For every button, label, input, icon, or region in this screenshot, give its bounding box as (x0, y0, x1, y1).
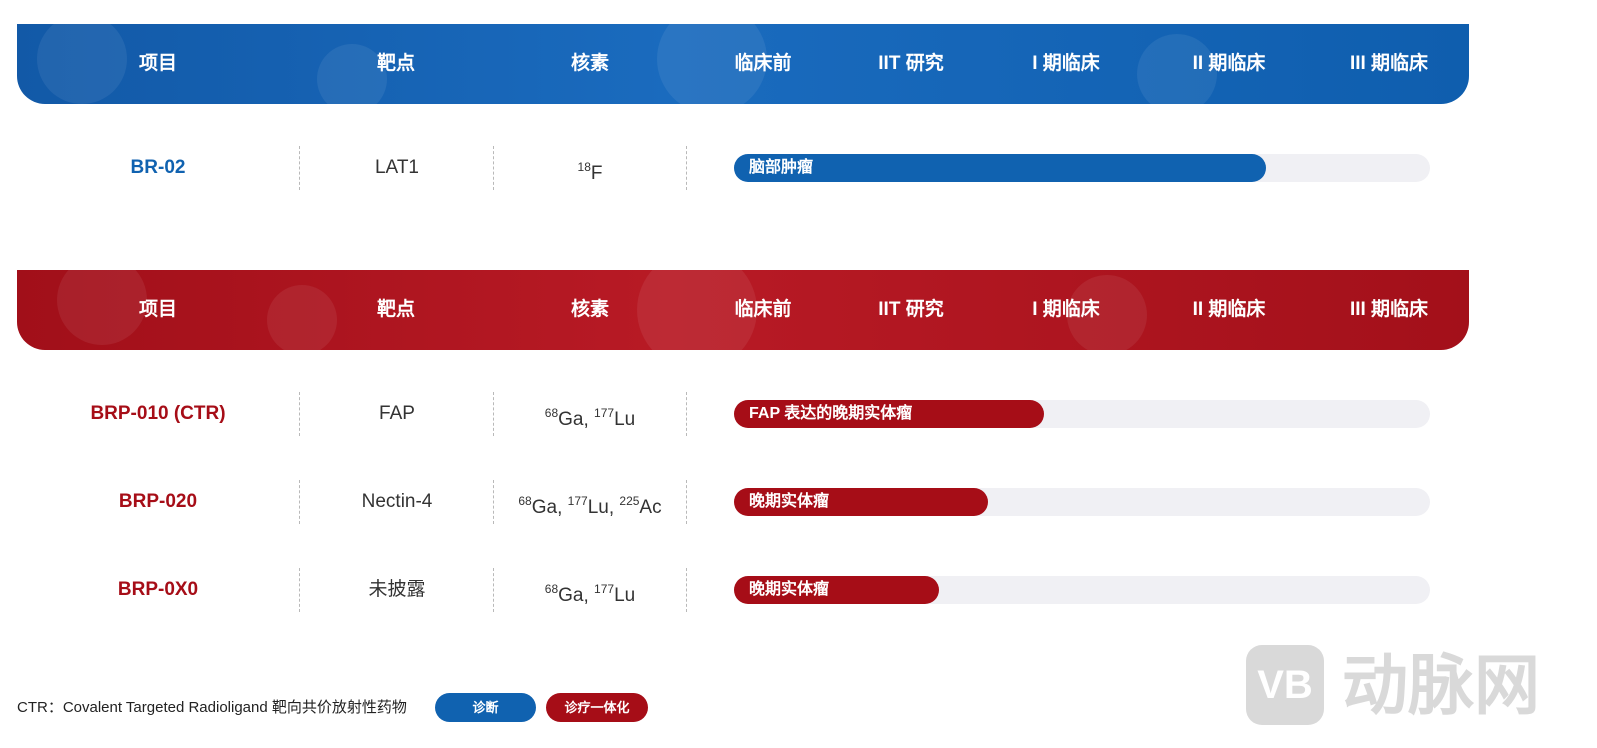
nuclide-list: 68Ga, 177Lu, 225Ac (518, 494, 662, 519)
header-iit: IIT 研究 (878, 53, 944, 74)
legend-note: CTR：Covalent Targeted Radioligand 靶向共价放射… (17, 699, 407, 716)
header-project: 项目 (138, 299, 177, 320)
target-name: FAP (379, 403, 415, 424)
diagnostic-header: 项目 靶点 核素 临床前 IIT 研究 I 期临床 II 期临床 III 期临床 (17, 24, 1469, 104)
nuclide-mass: 177 (594, 582, 615, 596)
header-phase2: II 期临床 (1192, 299, 1266, 320)
nuclide-symbol: Lu (614, 409, 636, 431)
project-name: BR-02 (130, 157, 186, 178)
header-phase3: III 期临床 (1349, 299, 1429, 320)
watermark-logo-icon: VB (1246, 645, 1324, 725)
nuclide-mass: 18 (577, 160, 591, 174)
nuclide-symbol: Ga (531, 497, 558, 519)
nuclide-list: 68Ga, 177Lu (544, 582, 636, 607)
header-target: 靶点 (376, 299, 415, 320)
watermark: VB 动脉网 (1246, 645, 1586, 727)
nuclide-symbol: Lu (587, 497, 609, 519)
progress-bar: 晚期实体瘤 (734, 488, 989, 516)
nuclide: 68Ga (544, 582, 584, 607)
progress-bar: 晚期实体瘤 (734, 576, 940, 604)
header-preclinical: 临床前 (734, 299, 792, 320)
nuclide: 225Ac (619, 494, 662, 519)
nuclide-mass: 177 (594, 406, 615, 420)
nuclide-mass: 68 (544, 582, 559, 596)
nuclide-mass: 68 (518, 494, 532, 508)
header-phase1: I 期临床 (1032, 53, 1100, 74)
table-row: BRP-0X0 未披露 68Ga, 177Lu 晚期实体瘤 (0, 560, 1597, 620)
header-nuclide: 核素 (570, 299, 609, 320)
column-divider (686, 146, 687, 190)
progress-track: 晚期实体瘤 (734, 488, 1430, 516)
legend-theranostic-pill: 诊疗一体化 (546, 693, 648, 722)
nuclide-symbol: Ga (558, 409, 584, 431)
nuclide: 18F (577, 160, 603, 185)
nuclide-mass: 68 (544, 406, 559, 420)
progress-track: 晚期实体瘤 (734, 576, 1430, 604)
target-name: LAT1 (374, 157, 419, 178)
progress-bar: 脑部肿瘤 (734, 154, 1267, 182)
header-nuclide: 核素 (570, 53, 609, 74)
project-name: BRP-010 (CTR) (90, 403, 226, 424)
table-row: BR-02 LAT1 18F 脑部肿瘤 (0, 138, 1597, 198)
header-phase2: II 期临床 (1192, 53, 1266, 74)
project-name: BRP-0X0 (117, 579, 199, 600)
nuclide-symbol: Ga (558, 585, 584, 607)
progress-track: FAP 表达的晚期实体瘤 (734, 400, 1430, 428)
header-phase3: III 期临床 (1349, 53, 1429, 74)
watermark-text: 动脉网 (1342, 648, 1540, 722)
legend-diagnostic-pill: 诊断 (435, 693, 536, 722)
nuclide-symbol: F (590, 163, 603, 185)
nuclide: 177Lu (567, 494, 609, 519)
nuclide-list: 18F (494, 138, 686, 198)
column-divider (686, 392, 687, 436)
theranostic-header: 项目 靶点 核素 临床前 IIT 研究 I 期临床 II 期临床 III 期临床 (17, 270, 1469, 350)
nuclide-mass: 177 (567, 494, 588, 508)
table-row: BRP-020 Nectin-4 68Ga, 177Lu, 225Ac 晚期实体瘤 (0, 472, 1597, 532)
column-divider (686, 568, 687, 612)
header-preclinical: 临床前 (734, 53, 792, 74)
nuclide-symbol: Ac (639, 497, 662, 519)
header-phase1: I 期临床 (1032, 299, 1100, 320)
project-name: BRP-020 (118, 491, 198, 512)
nuclide-list: 68Ga, 177Lu (544, 406, 636, 431)
nuclide-symbol: Lu (614, 585, 636, 607)
target-name: 未披露 (368, 579, 426, 600)
progress-track: 脑部肿瘤 (734, 154, 1430, 182)
header-project: 项目 (138, 53, 177, 74)
header-target: 靶点 (376, 53, 415, 74)
nuclide: 68Ga (544, 406, 584, 431)
nuclide-mass: 225 (619, 494, 640, 508)
target-name: Nectin-4 (361, 491, 433, 512)
progress-bar: FAP 表达的晚期实体瘤 (734, 400, 1044, 428)
header-iit: IIT 研究 (878, 299, 944, 320)
column-divider (686, 480, 687, 524)
table-row: BRP-010 (CTR) FAP 68Ga, 177Lu FAP 表达的晚期实体瘤 (0, 384, 1597, 444)
nuclide: 177Lu (594, 582, 636, 607)
nuclide: 177Lu (594, 406, 636, 431)
nuclide: 68Ga (518, 494, 558, 519)
